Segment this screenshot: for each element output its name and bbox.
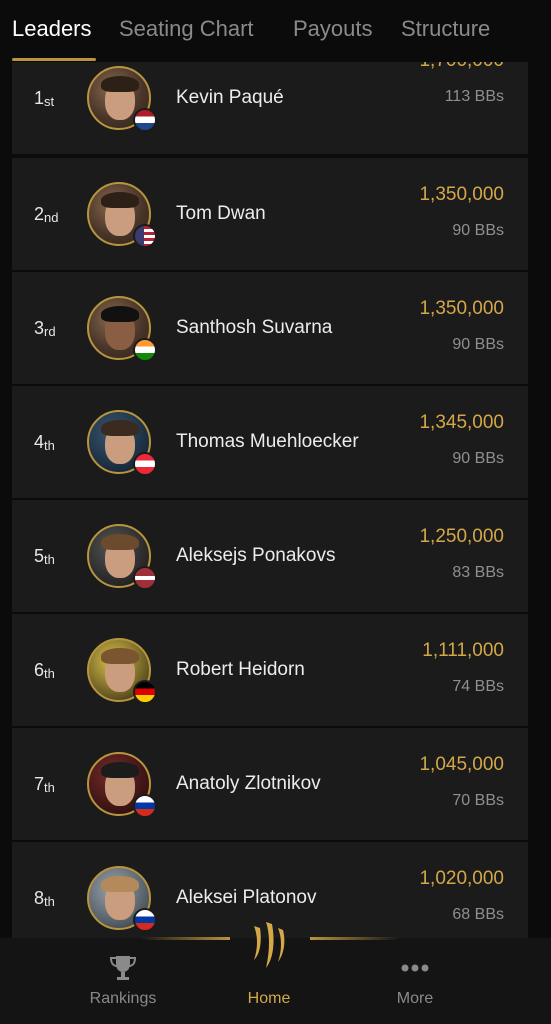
leaderboard-row[interactable]: 4th Thomas Muehloecker 1,345,000 90 BBs — [12, 386, 528, 498]
leaderboard-row[interactable]: 7th Anatoly Zlotnikov 1,045,000 70 BBs — [12, 728, 528, 840]
leaderboard-row[interactable]: 3rd Santhosh Suvarna 1,350,000 90 BBs — [12, 272, 528, 384]
tab-seating-chart[interactable]: Seating Chart — [119, 16, 254, 42]
nav-home-label: Home — [247, 990, 291, 1007]
germany-flag-icon — [133, 680, 157, 704]
nav-more[interactable]: More — [355, 938, 475, 1024]
player-name: Robert Heidorn — [176, 659, 305, 680]
rank-label: 6th — [34, 660, 55, 681]
big-blinds: 113 BBs — [444, 88, 504, 105]
player-name: Aleksejs Ponakovs — [176, 545, 336, 566]
nav-accent-line-left — [140, 937, 230, 940]
chip-count: 1,250,000 — [419, 526, 504, 547]
big-blinds: 83 BBs — [452, 564, 504, 581]
player-name: Santhosh Suvarna — [176, 317, 333, 338]
player-name: Tom Dwan — [176, 203, 266, 224]
big-blinds: 90 BBs — [452, 222, 504, 239]
leaderboard-row[interactable]: 2nd Tom Dwan 1,350,000 90 BBs — [12, 158, 528, 270]
more-dots-icon — [401, 964, 429, 972]
netherlands-flag-icon — [133, 108, 157, 132]
player-name: Thomas Muehloecker — [176, 431, 359, 452]
rank-label: 7th — [34, 774, 55, 795]
chip-count: 1,345,000 — [419, 412, 504, 433]
rank-label: 8th — [34, 888, 55, 909]
triton-logo-icon[interactable] — [244, 918, 292, 974]
rank-label: 1st — [34, 88, 55, 109]
big-blinds: 90 BBs — [452, 336, 504, 353]
nav-more-label: More — [396, 990, 434, 1007]
russia-flag-icon — [133, 908, 157, 932]
rank-label: 4th — [34, 432, 55, 453]
tab-leaders[interactable]: Leaders — [12, 16, 92, 42]
chip-count: 1,111,000 — [422, 640, 504, 661]
tab-bar: Leaders Seating Chart Payouts Structure — [0, 0, 551, 62]
austria-flag-icon — [133, 452, 157, 476]
big-blinds: 70 BBs — [452, 792, 504, 809]
rank-label: 5th — [34, 546, 55, 567]
russia-flag-icon — [133, 794, 157, 818]
player-name: Kevin Paqué — [176, 87, 284, 108]
rank-label: 3rd — [34, 318, 56, 339]
trophy-icon — [109, 956, 137, 980]
player-name: Anatoly Zlotnikov — [176, 773, 321, 794]
usa-flag-icon — [133, 224, 157, 248]
leaderboard-row[interactable]: 1st Kevin Paqué 1,700,000 113 BBs — [12, 62, 528, 154]
chip-count: 1,350,000 — [419, 184, 504, 205]
nav-accent-line-right — [310, 937, 400, 940]
big-blinds: 90 BBs — [452, 450, 504, 467]
big-blinds: 74 BBs — [452, 678, 504, 695]
chip-count: 1,020,000 — [419, 868, 504, 889]
leaderboard-row[interactable]: 6th Robert Heidorn 1,111,000 74 BBs — [12, 614, 528, 726]
tab-payouts[interactable]: Payouts — [293, 16, 373, 42]
rank-label: 2nd — [34, 204, 59, 225]
nav-rankings-label: Rankings — [89, 990, 157, 1007]
nav-rankings[interactable]: Rankings — [63, 938, 183, 1024]
leaderboard-row[interactable]: 5th Aleksejs Ponakovs 1,250,000 83 BBs — [12, 500, 528, 612]
tab-structure[interactable]: Structure — [401, 16, 490, 42]
big-blinds: 68 BBs — [452, 906, 504, 923]
active-tab-indicator — [12, 58, 96, 61]
chip-count: 1,045,000 — [419, 754, 504, 775]
chip-count: 1,700,000 — [419, 62, 504, 72]
chip-count: 1,350,000 — [419, 298, 504, 319]
leaderboard-list[interactable]: 1st Kevin Paqué 1,700,000 113 BBs 2nd To… — [12, 62, 528, 938]
india-flag-icon — [133, 338, 157, 362]
latvia-flag-icon — [133, 566, 157, 590]
